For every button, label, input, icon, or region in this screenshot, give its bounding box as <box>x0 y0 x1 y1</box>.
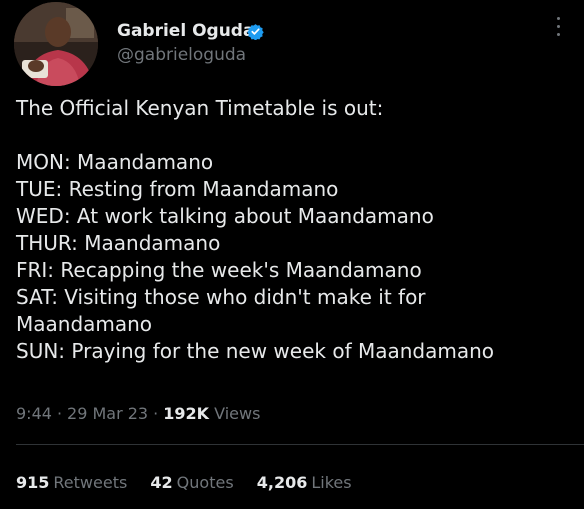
more-dot-icon <box>557 17 560 20</box>
tweet-line: THUR: Maandamano <box>16 231 221 255</box>
tweet-line: The Official Kenyan Timetable is out: <box>16 96 384 120</box>
tweet-line: MON: Maandamano <box>16 150 214 174</box>
more-dot-icon <box>557 25 560 28</box>
meta-separator: · <box>153 404 159 423</box>
engagement-stats: 915 Retweets 42 Quotes 4,206 Likes <box>16 472 370 494</box>
retweets-stat[interactable]: 915 Retweets <box>16 472 127 494</box>
likes-stat[interactable]: 4,206 Likes <box>257 472 352 494</box>
author-handle[interactable]: @gabrieloguda <box>117 45 246 65</box>
tweet-line: SAT: Visiting those who didn't make it f… <box>16 285 426 309</box>
meta-separator: · <box>56 404 63 423</box>
more-options-button[interactable] <box>548 14 570 40</box>
views-label: Views <box>214 404 261 423</box>
tweet-meta: 9:44 · 29 Mar 23 · 192K Views <box>16 403 260 425</box>
tweet-card: Gabriel Oguda @gabrieloguda The Official… <box>0 0 584 509</box>
views-count: 192K <box>163 404 209 423</box>
avatar-image <box>14 2 98 86</box>
tweet-time[interactable]: 9:44 <box>16 404 52 423</box>
tweet-line: Maandamano <box>16 312 153 336</box>
divider <box>16 444 584 445</box>
tweet-text: The Official Kenyan Timetable is out: MO… <box>16 95 576 365</box>
verified-badge-icon <box>247 24 264 40</box>
quotes-stat[interactable]: 42 Quotes <box>150 472 233 494</box>
retweets-label: Retweets <box>53 473 128 492</box>
likes-label: Likes <box>311 473 352 492</box>
tweet-line: TUE: Resting from Maandamano <box>16 177 339 201</box>
likes-count: 4,206 <box>256 473 308 492</box>
retweets-count: 915 <box>16 473 50 492</box>
tweet-line: FRI: Recapping the week's Maandamano <box>16 258 422 282</box>
quotes-count: 42 <box>150 473 173 492</box>
tweet-line: SUN: Praying for the new week of Maandam… <box>16 339 495 363</box>
more-dot-icon <box>557 33 560 36</box>
tweet-date[interactable]: 29 Mar 23 <box>67 404 148 423</box>
author-name[interactable]: Gabriel Oguda <box>117 21 254 41</box>
tweet-line: WED: At work talking about Maandamano <box>16 204 434 228</box>
avatar[interactable] <box>14 2 98 86</box>
quotes-label: Quotes <box>176 473 234 492</box>
